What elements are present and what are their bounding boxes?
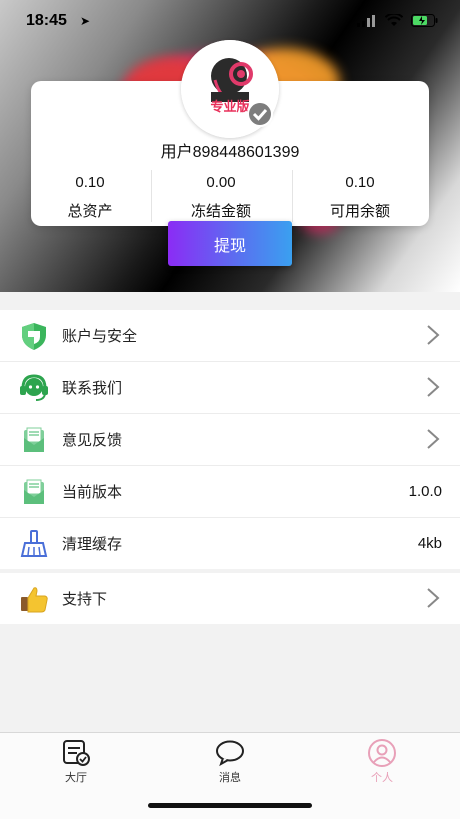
chevron-right-icon xyxy=(427,429,440,449)
location-arrow-icon: ➤ xyxy=(80,14,91,28)
tab-messages[interactable]: 消息 xyxy=(190,739,270,785)
menu-item-contact-us[interactable]: 联系我们 xyxy=(0,362,460,414)
stat-divider xyxy=(292,170,293,222)
tab-label: 个人 xyxy=(371,772,393,784)
stat-value: 0.00 xyxy=(206,174,236,191)
menu-item-label: 账户与安全 xyxy=(62,328,138,345)
hall-icon xyxy=(63,740,90,766)
username: 用户898448601399 xyxy=(160,144,300,161)
menu-item-label: 清理缓存 xyxy=(62,536,123,553)
tab-hall[interactable]: 大厅 xyxy=(36,739,116,785)
tab-label: 大厅 xyxy=(65,772,87,784)
settings-menu: 账户与安全 联系我们 意见反馈 当前版本 1.0.0 清理缓存 4kb xyxy=(0,310,460,569)
headset-icon xyxy=(20,374,48,401)
stat-label: 总资产 xyxy=(67,203,113,220)
stat-label: 冻结金额 xyxy=(190,203,251,220)
chevron-right-icon xyxy=(427,325,440,345)
broom-icon xyxy=(20,530,48,557)
battery-icon xyxy=(411,14,438,27)
chat-bubble-icon xyxy=(216,740,244,767)
cache-size-value: 4kb xyxy=(417,535,442,552)
status-time: 18:45 xyxy=(26,12,67,29)
tab-profile[interactable]: 个人 xyxy=(342,739,422,785)
verified-badge-icon xyxy=(247,101,273,127)
menu-item-current-version[interactable]: 当前版本 1.0.0 xyxy=(0,466,460,518)
menu-item-label: 当前版本 xyxy=(62,484,123,501)
stat-value: 0.10 xyxy=(75,174,105,191)
menu-item-label: 联系我们 xyxy=(62,380,123,397)
menu-item-account-security[interactable]: 账户与安全 xyxy=(0,310,460,362)
mail-icon xyxy=(24,479,44,504)
version-value: 1.0.0 xyxy=(408,483,442,500)
chevron-right-icon xyxy=(427,588,440,608)
stat-frozen-amount: 0.00 冻结金额 xyxy=(156,174,286,221)
thumbs-up-icon xyxy=(21,587,48,613)
person-icon xyxy=(368,739,396,767)
mail-icon xyxy=(24,427,44,452)
signal-icon xyxy=(357,14,375,27)
menu-item-label: 意见反馈 xyxy=(62,432,123,449)
support-menu: 支持下 xyxy=(0,573,460,624)
home-indicator xyxy=(148,803,312,808)
stat-total-assets: 0.10 总资产 xyxy=(25,174,155,221)
stat-divider xyxy=(151,170,152,222)
menu-item-support[interactable]: 支持下 xyxy=(0,573,460,624)
menu-item-feedback[interactable]: 意见反馈 xyxy=(0,414,460,466)
menu-item-label: 支持下 xyxy=(62,591,108,608)
chevron-right-icon xyxy=(427,377,440,397)
stat-label: 可用余额 xyxy=(329,203,390,220)
stat-available-balance: 0.10 可用余额 xyxy=(295,174,425,221)
withdraw-button[interactable]: 提现 xyxy=(168,221,292,266)
stat-value: 0.10 xyxy=(345,174,375,191)
menu-item-clear-cache[interactable]: 清理缓存 4kb xyxy=(0,518,460,569)
wifi-icon xyxy=(385,14,403,26)
shield-icon xyxy=(22,323,46,350)
tab-label: 消息 xyxy=(219,772,241,784)
